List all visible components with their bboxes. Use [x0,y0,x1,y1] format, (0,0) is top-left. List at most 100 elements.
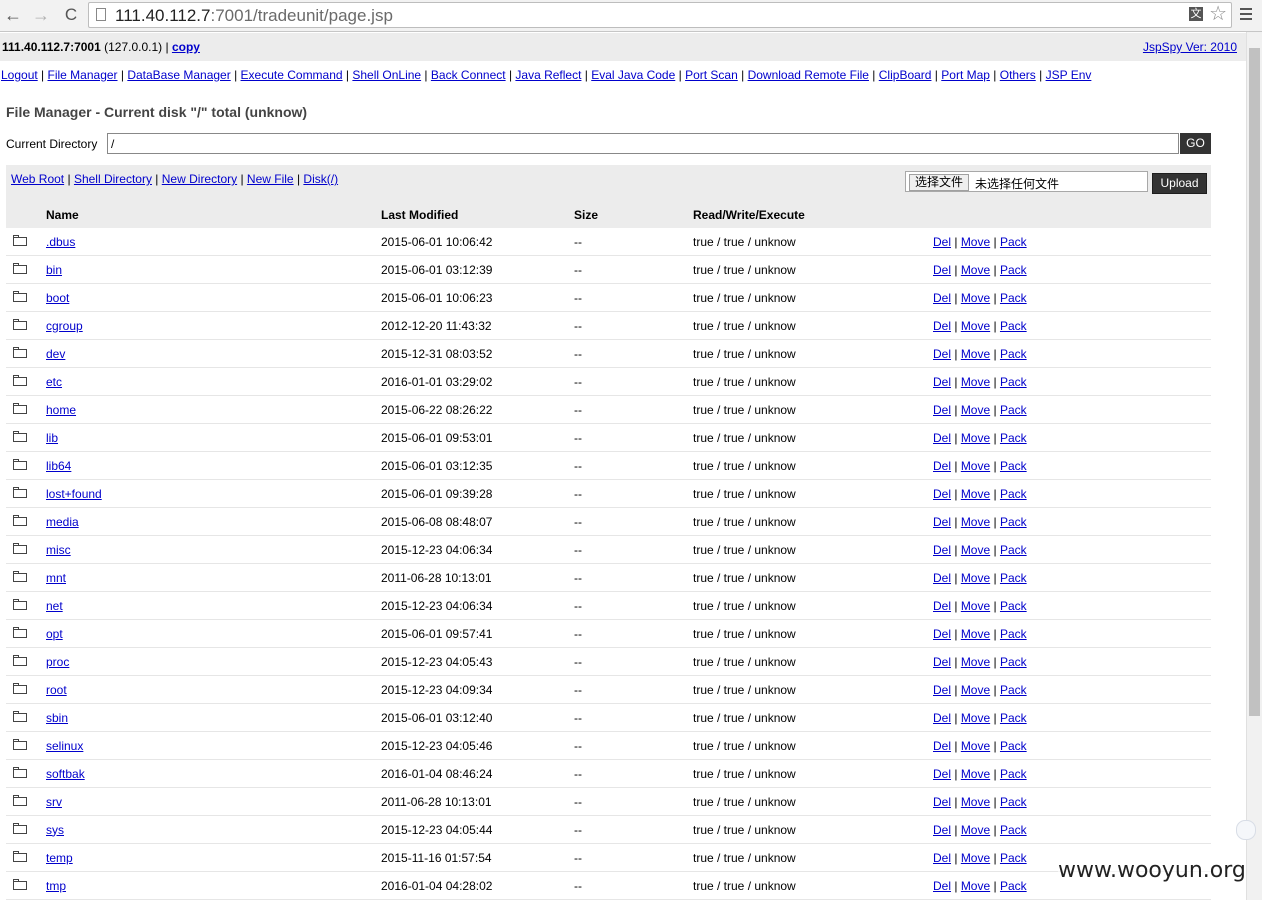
delete-link[interactable]: Del [933,767,951,781]
choose-file-button[interactable]: 选择文件 [909,174,970,191]
folder-link[interactable]: dev [46,347,65,361]
move-link[interactable]: Move [961,767,990,781]
delete-link[interactable]: Del [933,319,951,333]
pack-link[interactable]: Pack [1000,823,1027,837]
scrollbar-thumb[interactable] [1249,48,1260,716]
address-bar[interactable]: 111.40.112.7:7001/tradeunit/page.jsp 文 ☆ [88,2,1232,28]
browser-menu-icon[interactable] [1240,8,1252,22]
folder-link[interactable]: tmp [46,879,66,893]
delete-link[interactable]: Del [933,459,951,473]
pack-link[interactable]: Pack [1000,851,1027,865]
move-link[interactable]: Move [961,319,990,333]
nav-link-port-scan[interactable]: Port Scan [685,68,738,82]
pack-link[interactable]: Pack [1000,347,1027,361]
go-button[interactable]: GO [1180,133,1211,154]
nav-link-shell-online[interactable]: Shell OnLine [352,68,421,82]
upload-button[interactable]: Upload [1152,173,1207,194]
folder-link[interactable]: sbin [46,711,68,725]
pack-link[interactable]: Pack [1000,291,1027,305]
move-link[interactable]: Move [961,235,990,249]
delete-link[interactable]: Del [933,487,951,501]
translate-icon[interactable]: 文 [1189,7,1203,21]
nav-link-database-manager[interactable]: DataBase Manager [127,68,230,82]
back-arrow-icon[interactable]: ← [2,5,24,25]
nav-link-clipboard[interactable]: ClipBoard [879,68,932,82]
folder-link[interactable]: srv [46,795,62,809]
quick-link-web-root[interactable]: Web Root [11,172,64,186]
pack-link[interactable]: Pack [1000,683,1027,697]
move-link[interactable]: Move [961,739,990,753]
folder-link[interactable]: sys [46,823,64,837]
folder-link[interactable]: etc [46,375,62,389]
quick-link-disk[interactable]: Disk(/) [303,172,338,186]
url-text[interactable]: 111.40.112.7:7001/tradeunit/page.jsp [115,6,393,25]
delete-link[interactable]: Del [933,739,951,753]
move-link[interactable]: Move [961,515,990,529]
pack-link[interactable]: Pack [1000,431,1027,445]
delete-link[interactable]: Del [933,375,951,389]
delete-link[interactable]: Del [933,403,951,417]
version-link[interactable]: JspSpy Ver: 2010 [1143,40,1237,54]
delete-link[interactable]: Del [933,795,951,809]
folder-link[interactable]: bin [46,263,62,277]
folder-link[interactable]: home [46,403,76,417]
pack-link[interactable]: Pack [1000,711,1027,725]
pack-link[interactable]: Pack [1000,319,1027,333]
folder-link[interactable]: root [46,683,67,697]
nav-link-java-reflect[interactable]: Java Reflect [515,68,581,82]
quick-link-new-file[interactable]: New File [247,172,294,186]
move-link[interactable]: Move [961,571,990,585]
pack-link[interactable]: Pack [1000,627,1027,641]
delete-link[interactable]: Del [933,291,951,305]
pack-link[interactable]: Pack [1000,543,1027,557]
reload-icon[interactable]: C [60,5,82,25]
pack-link[interactable]: Pack [1000,403,1027,417]
folder-link[interactable]: net [46,599,63,613]
nav-link-jsp-env[interactable]: JSP Env [1046,68,1092,82]
folder-link[interactable]: softbak [46,767,85,781]
move-link[interactable]: Move [961,627,990,641]
move-link[interactable]: Move [961,375,990,389]
delete-link[interactable]: Del [933,347,951,361]
nav-link-download-remote-file[interactable]: Download Remote File [748,68,869,82]
delete-link[interactable]: Del [933,879,951,893]
nav-link-execute-command[interactable]: Execute Command [241,68,343,82]
forward-arrow-icon[interactable]: → [30,5,52,25]
quick-link-shell-directory[interactable]: Shell Directory [74,172,152,186]
pack-link[interactable]: Pack [1000,235,1027,249]
move-link[interactable]: Move [961,851,990,865]
folder-link[interactable]: boot [46,291,69,305]
folder-link[interactable]: temp [46,851,73,865]
folder-link[interactable]: proc [46,655,69,669]
move-link[interactable]: Move [961,823,990,837]
move-link[interactable]: Move [961,291,990,305]
vertical-scrollbar[interactable] [1246,32,1262,900]
folder-link[interactable]: cgroup [46,319,83,333]
bookmark-star-icon[interactable]: ☆ [1209,3,1227,25]
pack-link[interactable]: Pack [1000,459,1027,473]
file-picker[interactable]: 选择文件 未选择任何文件 [905,171,1148,192]
delete-link[interactable]: Del [933,571,951,585]
move-link[interactable]: Move [961,711,990,725]
pack-link[interactable]: Pack [1000,599,1027,613]
nav-link-eval-java-code[interactable]: Eval Java Code [591,68,675,82]
nav-link-file-manager[interactable]: File Manager [48,68,118,82]
nav-link-port-map[interactable]: Port Map [941,68,990,82]
nav-link-back-connect[interactable]: Back Connect [431,68,506,82]
move-link[interactable]: Move [961,347,990,361]
folder-link[interactable]: media [46,515,79,529]
quick-link-new-directory[interactable]: New Directory [162,172,237,186]
pack-link[interactable]: Pack [1000,767,1027,781]
pack-link[interactable]: Pack [1000,795,1027,809]
move-link[interactable]: Move [961,487,990,501]
pack-link[interactable]: Pack [1000,263,1027,277]
folder-link[interactable]: lib [46,431,58,445]
move-link[interactable]: Move [961,459,990,473]
delete-link[interactable]: Del [933,823,951,837]
delete-link[interactable]: Del [933,683,951,697]
move-link[interactable]: Move [961,543,990,557]
delete-link[interactable]: Del [933,235,951,249]
pack-link[interactable]: Pack [1000,739,1027,753]
folder-link[interactable]: lost+found [46,487,102,501]
nav-link-logout[interactable]: Logout [1,68,38,82]
